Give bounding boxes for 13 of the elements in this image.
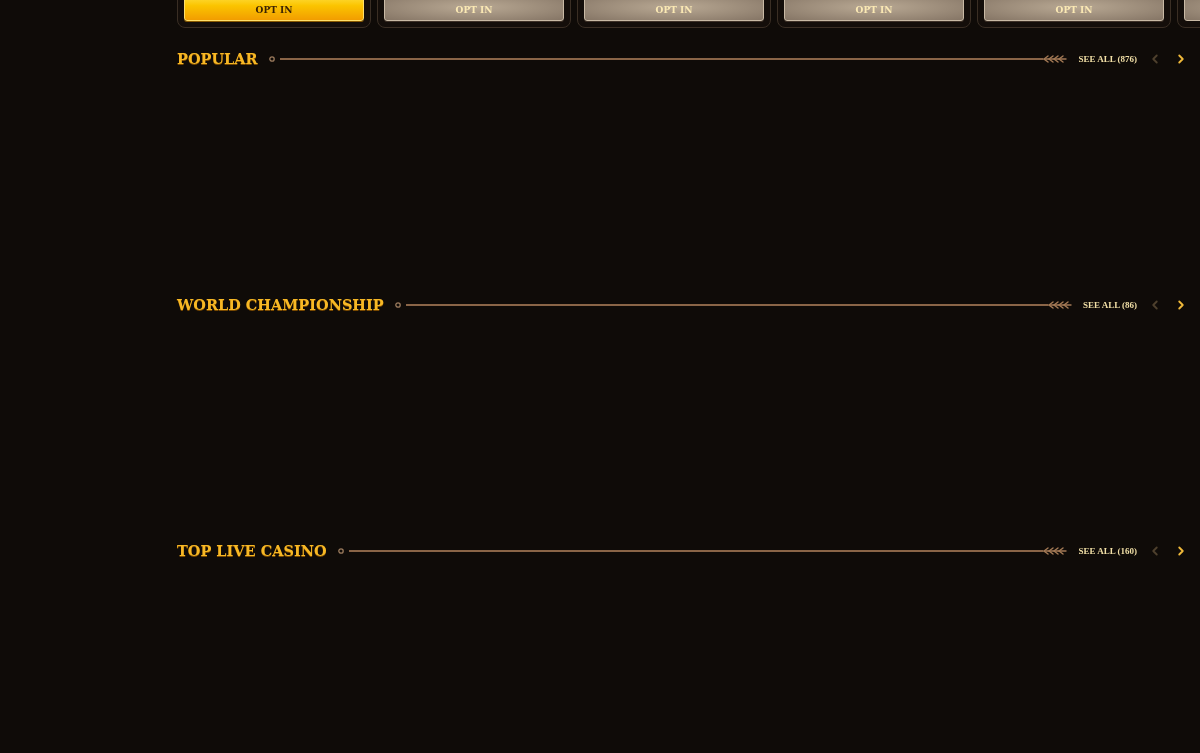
arrow-fletching-icon	[1043, 547, 1068, 555]
ring-icon	[394, 302, 401, 308]
ring-icon	[337, 548, 344, 554]
arrow-fletching-icon	[1043, 55, 1068, 63]
see-all-link[interactable]: SEE ALL (160)	[1078, 546, 1137, 556]
arrow-fletching-icon	[1047, 301, 1072, 309]
section-title: POPULAR	[177, 51, 258, 67]
section-title: TOP LIVE CASINO	[177, 543, 327, 559]
see-all-link[interactable]: SEE ALL (876)	[1078, 54, 1137, 64]
opt-in-button[interactable]: OPT IN	[184, 0, 364, 21]
see-all-link[interactable]: SEE ALL (86)	[1082, 300, 1137, 310]
ring-icon	[268, 56, 275, 62]
section-title: WORLD CHAMPIONSHIP	[177, 297, 384, 313]
